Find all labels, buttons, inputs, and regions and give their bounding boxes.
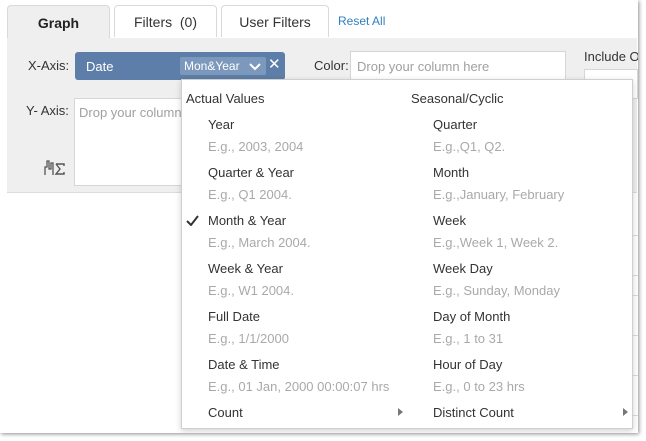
tab-filters[interactable]: Filters (0) [114,5,217,37]
y-axis-placeholder: Drop your column here [79,105,183,120]
option-example: E.g., W1 2004. [208,283,294,298]
option-full-date[interactable]: Full Date E.g., 1/1/2000 [182,309,397,357]
color-dropzone[interactable]: Drop your column here [350,51,566,81]
actual-values-header: Actual Values [186,91,265,106]
tab-user-filters[interactable]: User Filters [221,5,329,37]
option-distinct-count[interactable]: Distinct Count [407,405,622,433]
submenu-arrow-icon [398,408,403,416]
color-placeholder: Drop your column here [357,59,490,74]
option-name: Count [208,405,243,420]
tab-graph[interactable]: Graph [7,5,110,39]
option-count[interactable]: Count [182,405,397,433]
option-name: Hour of Day [433,357,503,372]
color-label: Color: [314,58,349,73]
tab-graph-label: Graph [37,14,80,31]
option-name: Week [433,213,466,228]
option-name: Year [208,117,235,132]
option-month[interactable]: Month E.g.,January, February [407,165,622,213]
option-week-day[interactable]: Week Day E.g., Sunday, Monday [407,261,622,309]
option-name: Month & Year [208,213,287,228]
y-axis-label: Y- Axis: [26,103,69,118]
aggregation-value: Mon&Year [184,59,240,73]
option-name: Quarter [433,117,478,132]
option-year[interactable]: Year E.g., 2003, 2004 [182,117,397,165]
option-example: E.g.,Q1, Q2. [433,139,506,154]
option-example: E.g., 1 to 31 [433,331,504,346]
chevron-down-icon[interactable] [247,58,263,74]
option-example: E.g., March 2004. [208,235,311,250]
aggregation-select[interactable]: Mon&Year [180,57,266,75]
submenu-arrow-icon [623,408,628,416]
reset-all-link[interactable]: Reset All [338,14,385,28]
date-aggregation-dropdown: Actual Values Seasonal/Cyclic Year E.g.,… [181,79,633,429]
option-name: Date & Time [208,357,280,372]
x-axis-label: X-Axis: [28,58,70,73]
option-example: E.g., 0 to 23 hrs [433,379,525,394]
option-month-year[interactable]: Month & Year E.g., March 2004. [182,213,397,261]
x-axis-field-name: Date [86,59,114,74]
chart-config-window: Graph Filters (0) User Filters Reset All… [0,0,638,433]
include-other-label: Include Other [584,49,638,64]
option-example: E.g., Q1 2004. [208,187,292,202]
option-example: E.g., 2003, 2004 [208,139,304,154]
option-example: E.g., 01 Jan, 2000 00:00:07 hrs [208,379,390,394]
tab-user-filters-label: User Filters [239,13,311,30]
option-week-year[interactable]: Week & Year E.g., W1 2004. [182,261,397,309]
option-day-of-month[interactable]: Day of Month E.g., 1 to 31 [407,309,622,357]
option-name: Day of Month [433,309,511,324]
x-axis-field-pill[interactable]: Date Mon&Year ✕ [75,52,285,80]
option-name: Week & Year [208,261,283,276]
aggregate-sigma-icon[interactable] [44,157,68,177]
seasonal-cyclic-header: Seasonal/Cyclic [411,91,504,106]
option-example: E.g.,January, February [433,187,565,202]
tab-filters-label: Filters (0) [134,13,197,30]
option-example: E.g.,Week 1, Week 2. [433,235,559,250]
option-name: Distinct Count [433,405,514,420]
option-name: Week Day [433,261,493,276]
option-quarter[interactable]: Quarter E.g.,Q1, Q2. [407,117,622,165]
y-axis-dropzone[interactable]: Drop your column here [74,98,184,186]
close-icon[interactable]: ✕ [268,57,281,73]
option-quarter-year[interactable]: Quarter & Year E.g., Q1 2004. [182,165,397,213]
option-name: Full Date [208,309,261,324]
option-name: Quarter & Year [208,165,294,180]
background-divider-lines [633,195,638,433]
option-example: E.g., Sunday, Monday [433,283,560,298]
option-week[interactable]: Week E.g.,Week 1, Week 2. [407,213,622,261]
option-date-time[interactable]: Date & Time E.g., 01 Jan, 2000 00:00:07 … [182,357,397,405]
option-example: E.g., 1/1/2000 [208,331,289,346]
checkmark-icon [186,215,199,226]
option-hour-of-day[interactable]: Hour of Day E.g., 0 to 23 hrs [407,357,622,405]
option-name: Month [433,165,470,180]
